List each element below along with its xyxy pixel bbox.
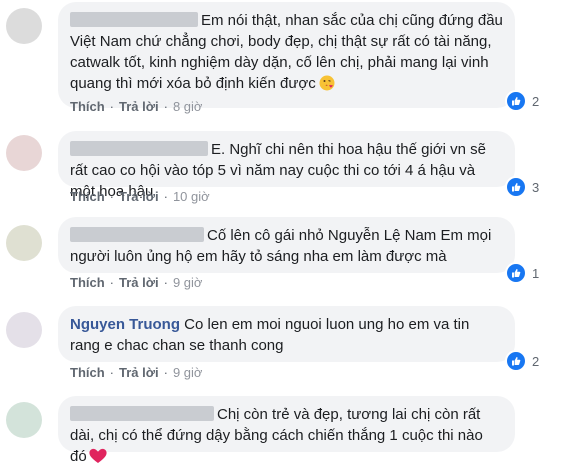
comment-bubble: Nguyen Truong Co len em moi nguoi luon u… (58, 306, 515, 362)
avatar[interactable] (6, 312, 42, 348)
reply-link[interactable]: Trả lời (119, 365, 159, 380)
timestamp[interactable]: 8 giờ (173, 99, 203, 114)
like-link[interactable]: Thích (70, 365, 105, 380)
comment-bubble: Chị còn trẻ và đẹp, tương lai chị còn rấ… (58, 396, 515, 465)
comment-actions: Thích · Trả lời · 9 giờ (70, 365, 203, 380)
redacted-author-name (70, 406, 214, 421)
kiss-emoji-icon (319, 75, 335, 97)
avatar[interactable] (6, 135, 42, 171)
like-count: 2 (532, 93, 540, 109)
like-count: 3 (532, 179, 540, 195)
heart-icon (89, 448, 107, 470)
reaction-summary[interactable]: 2 (505, 350, 540, 372)
comment-bubble: Cố lên cô gái nhỏ Nguyễn Lệ Nam Em mọi n… (58, 217, 515, 273)
like-icon (505, 176, 527, 198)
like-icon (505, 262, 527, 284)
reaction-summary[interactable]: 3 (505, 176, 540, 198)
reaction-summary[interactable]: 2 (505, 90, 540, 112)
timestamp[interactable]: 9 giờ (173, 365, 203, 380)
avatar[interactable] (6, 8, 42, 44)
redacted-author-name (70, 227, 204, 242)
redacted-author-name (70, 141, 208, 156)
like-link[interactable]: Thích (70, 99, 105, 114)
comment-bubble: E. Nghĩ chi nên thi hoa hậu thế giới vn … (58, 131, 515, 200)
like-count: 2 (532, 353, 540, 369)
redacted-author-name (70, 12, 198, 27)
comment-actions: Thích · Trả lời · 8 giờ (70, 99, 203, 114)
reply-link[interactable]: Trả lời (119, 189, 159, 204)
like-link[interactable]: Thích (70, 189, 105, 204)
like-count: 1 (532, 265, 540, 281)
comment-author[interactable]: Nguyen Truong (70, 316, 180, 333)
comment-actions: Thích · Trả lời · 10 giờ (70, 189, 210, 204)
avatar[interactable] (6, 225, 42, 261)
reaction-summary[interactable]: 1 (505, 262, 540, 284)
like-icon (505, 350, 527, 372)
timestamp[interactable]: 9 giờ (173, 275, 203, 290)
timestamp[interactable]: 10 giờ (173, 189, 210, 204)
reply-link[interactable]: Trả lời (119, 275, 159, 290)
reply-link[interactable]: Trả lời (119, 99, 159, 114)
like-link[interactable]: Thích (70, 275, 105, 290)
comment-actions: Thích · Trả lời · 9 giờ (70, 275, 203, 290)
comment-bubble: Em nói thật, nhan sắc của chị cũng đứng … (58, 2, 515, 108)
avatar[interactable] (6, 402, 42, 438)
like-icon (505, 90, 527, 112)
